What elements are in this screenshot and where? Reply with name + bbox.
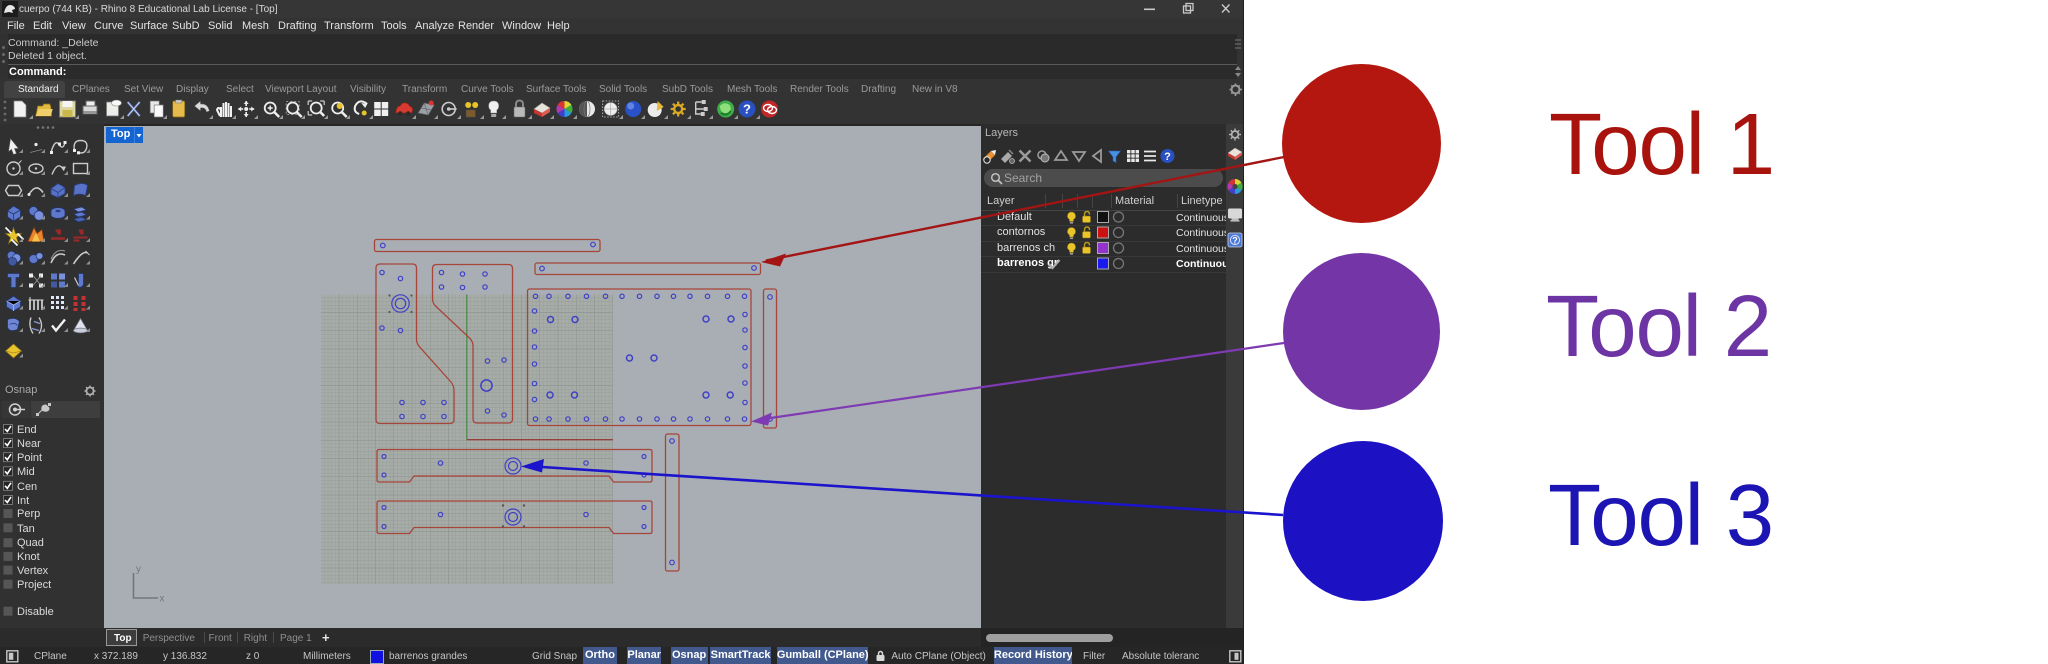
svg-text:Mid: Mid <box>17 466 35 478</box>
svg-text:?: ? <box>1164 151 1171 163</box>
svg-text:?: ? <box>1232 236 1238 246</box>
svg-text:Knot: Knot <box>17 551 40 563</box>
svg-text:Tan: Tan <box>17 523 35 535</box>
svg-text:?: ? <box>743 102 751 117</box>
svg-text:Near: Near <box>17 438 41 450</box>
svg-text:y: y <box>136 564 141 575</box>
svg-text:Point: Point <box>17 452 42 464</box>
svg-text:Cen: Cen <box>17 481 37 493</box>
svg-text:Disable: Disable <box>17 606 54 618</box>
svg-text:End: End <box>17 424 37 436</box>
svg-text:Project: Project <box>17 579 51 591</box>
svg-text:Perp: Perp <box>17 508 40 520</box>
svg-text:Vertex: Vertex <box>17 565 49 577</box>
svg-text:Quad: Quad <box>17 537 44 549</box>
svg-text:Int: Int <box>17 495 29 507</box>
svg-text:x: x <box>160 594 165 605</box>
